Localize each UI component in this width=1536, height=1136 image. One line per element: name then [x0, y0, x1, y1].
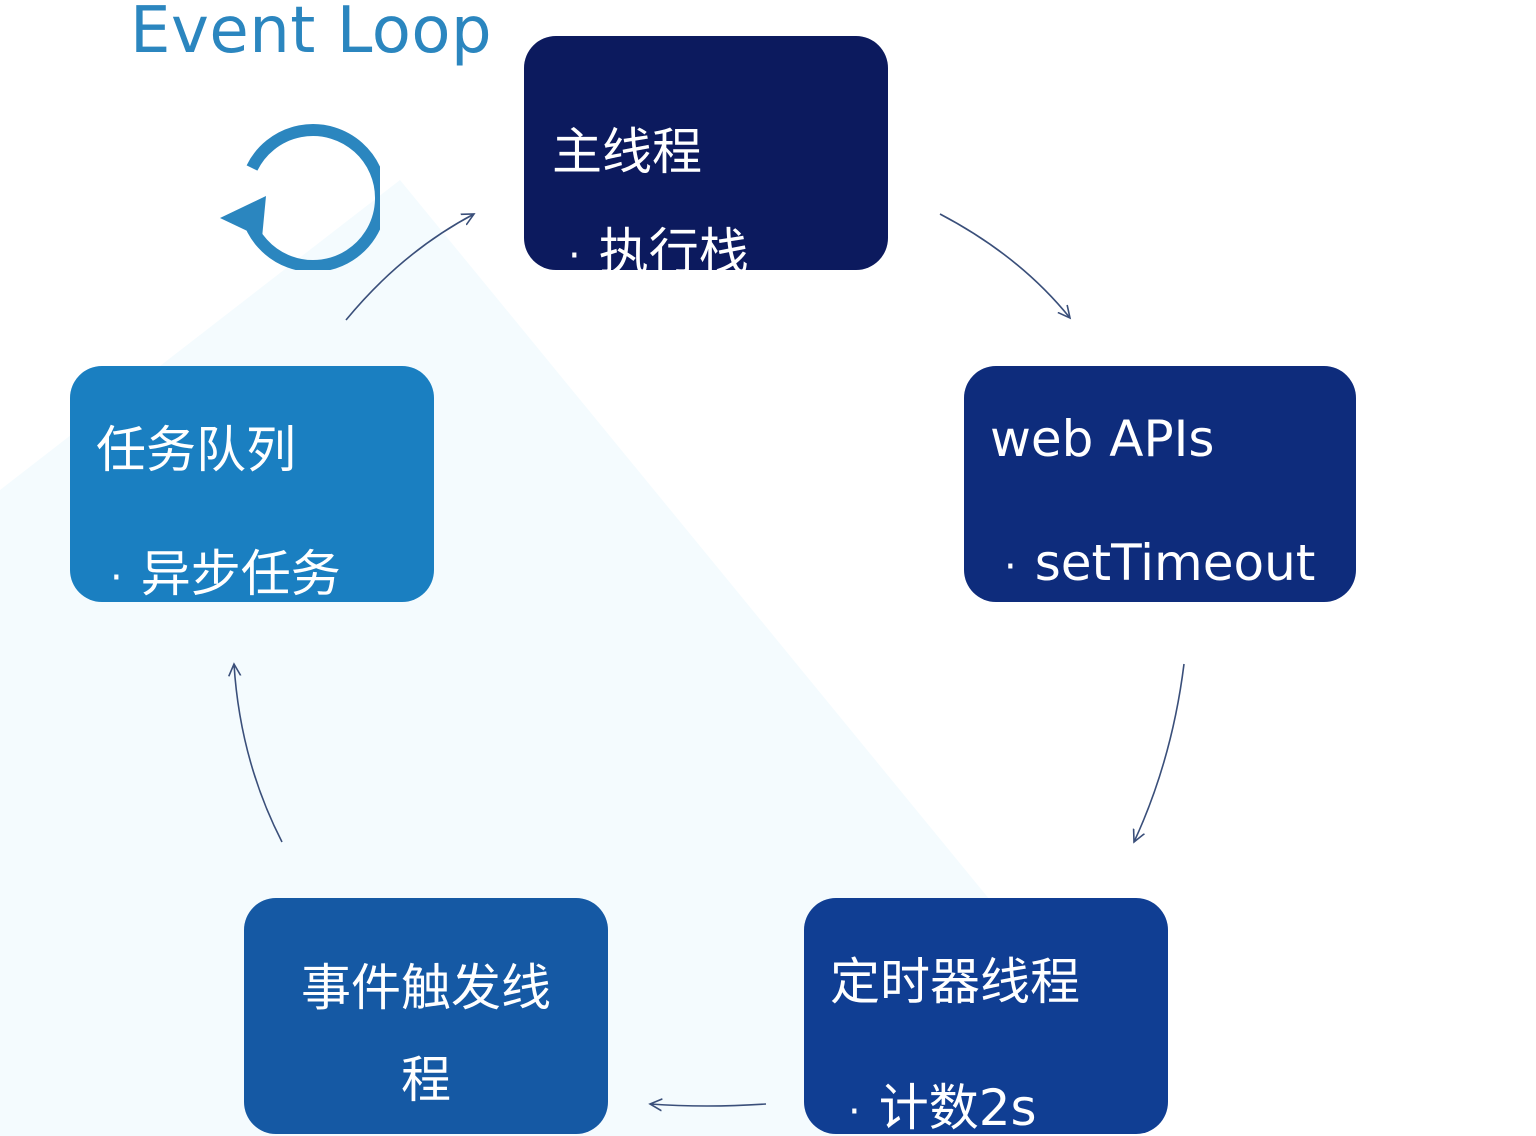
bullet-dot: ·	[568, 232, 581, 279]
main-thread-item-text: 执行栈	[598, 223, 749, 281]
task-queue-item-text: 异步任务	[140, 545, 341, 603]
task-queue-item: · 异步任务	[110, 534, 341, 606]
arrow-main-to-webapi	[939, 213, 1070, 318]
web-apis-node: web APIs · setTimeout	[964, 366, 1356, 602]
timer-thread-node: 定时器线程 · 计数2s	[804, 898, 1168, 1136]
timer-thread-heading: 定时器线程	[830, 953, 1080, 1011]
timer-thread-item-text: 计数2s	[878, 1079, 1037, 1136]
web-apis-heading: web APIs	[990, 410, 1215, 468]
diagram-canvas: Event Loop 主线程 · 执行栈 web APIs · setTimeout…	[0, 0, 1536, 1136]
task-queue-node: 任务队列 · 异步任务	[70, 366, 434, 603]
task-queue-heading: 任务队列	[96, 421, 296, 479]
main-thread-node: 主线程 · 执行栈	[524, 36, 888, 281]
bullet-dot: ·	[848, 1088, 861, 1135]
event-trigger-thread-node: 事件触发线程	[244, 898, 608, 1134]
arrow-event-to-queue	[234, 664, 283, 843]
arrow-timer-to-event	[650, 1104, 767, 1106]
main-thread-heading: 主线程	[552, 123, 702, 181]
web-apis-item: · setTimeout	[1004, 534, 1315, 592]
bullet-dot: ·	[110, 554, 123, 601]
timer-thread-item: · 计数2s	[848, 1068, 1037, 1136]
bullet-dot: ·	[1004, 543, 1017, 590]
arrow-queue-to-main	[345, 214, 474, 321]
main-thread-item: · 执行栈	[568, 212, 749, 284]
event-trigger-thread-heading: 事件触发线程	[301, 959, 551, 1109]
web-apis-item-text: setTimeout	[1034, 534, 1316, 592]
arrow-webapi-to-timer	[1134, 663, 1185, 842]
